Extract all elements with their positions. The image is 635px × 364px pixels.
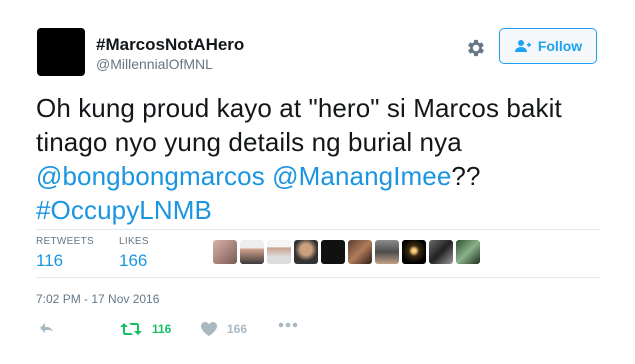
- liker-avatar[interactable]: [294, 240, 318, 264]
- like-button[interactable]: 166: [201, 322, 247, 336]
- liker-avatar[interactable]: [429, 240, 453, 264]
- liker-avatar[interactable]: [375, 240, 399, 264]
- reply-button[interactable]: [39, 322, 55, 336]
- reply-icon: [40, 323, 53, 335]
- retweet-count: 116: [152, 322, 172, 336]
- gear-icon[interactable]: [465, 37, 487, 59]
- like-count: 166: [227, 322, 248, 336]
- divider: [36, 277, 600, 278]
- follow-button[interactable]: Follow: [499, 28, 597, 64]
- likes-stat[interactable]: LIKES 166: [119, 236, 149, 271]
- tweet-text-suffix: ??: [451, 161, 481, 191]
- liker-avatar[interactable]: [213, 240, 237, 264]
- tweet-text-line: Oh kung proud kayo at "hero" si Marcos b…: [36, 93, 562, 123]
- follow-user-icon: [514, 40, 531, 52]
- liker-avatar[interactable]: [402, 240, 426, 264]
- mention-link[interactable]: @bongbongmarcos: [36, 161, 265, 191]
- liker-avatar[interactable]: [348, 240, 372, 264]
- tweet-text: Oh kung proud kayo at "hero" si Marcos b…: [36, 91, 606, 227]
- user-handle[interactable]: @MillennialOfMNL: [96, 56, 213, 72]
- liker-avatar[interactable]: [240, 240, 264, 264]
- retweet-button[interactable]: 116: [120, 322, 171, 336]
- follow-label: Follow: [537, 38, 583, 54]
- more-button[interactable]: [278, 322, 298, 328]
- retweets-count: 116: [36, 251, 64, 270]
- tweet-actions: 116 166: [36, 318, 336, 344]
- more-dots-icon: [278, 322, 298, 328]
- avatar[interactable]: [37, 28, 85, 76]
- likes-count: 166: [119, 251, 148, 270]
- divider: [36, 229, 600, 230]
- retweets-stat[interactable]: RETWEETS 116: [36, 236, 94, 271]
- mention-link[interactable]: @ManangImee: [272, 161, 451, 191]
- retweet-icon: [120, 323, 142, 335]
- tweet-timestamp[interactable]: 7:02 PM - 17 Nov 2016: [36, 292, 159, 306]
- tweet-text-line: tinago nyo yung details ng burial nya: [36, 127, 462, 157]
- display-name[interactable]: #MarcosNotAHero: [96, 35, 244, 55]
- liker-avatars: [213, 240, 480, 264]
- liker-avatar[interactable]: [456, 240, 480, 264]
- likes-label: LIKES: [119, 236, 149, 247]
- retweets-label: RETWEETS: [36, 236, 94, 247]
- liker-avatar[interactable]: [321, 240, 345, 264]
- hashtag-link[interactable]: #OccupyLNMB: [36, 193, 606, 227]
- like-heart-icon: [201, 322, 217, 336]
- liker-avatar[interactable]: [267, 240, 291, 264]
